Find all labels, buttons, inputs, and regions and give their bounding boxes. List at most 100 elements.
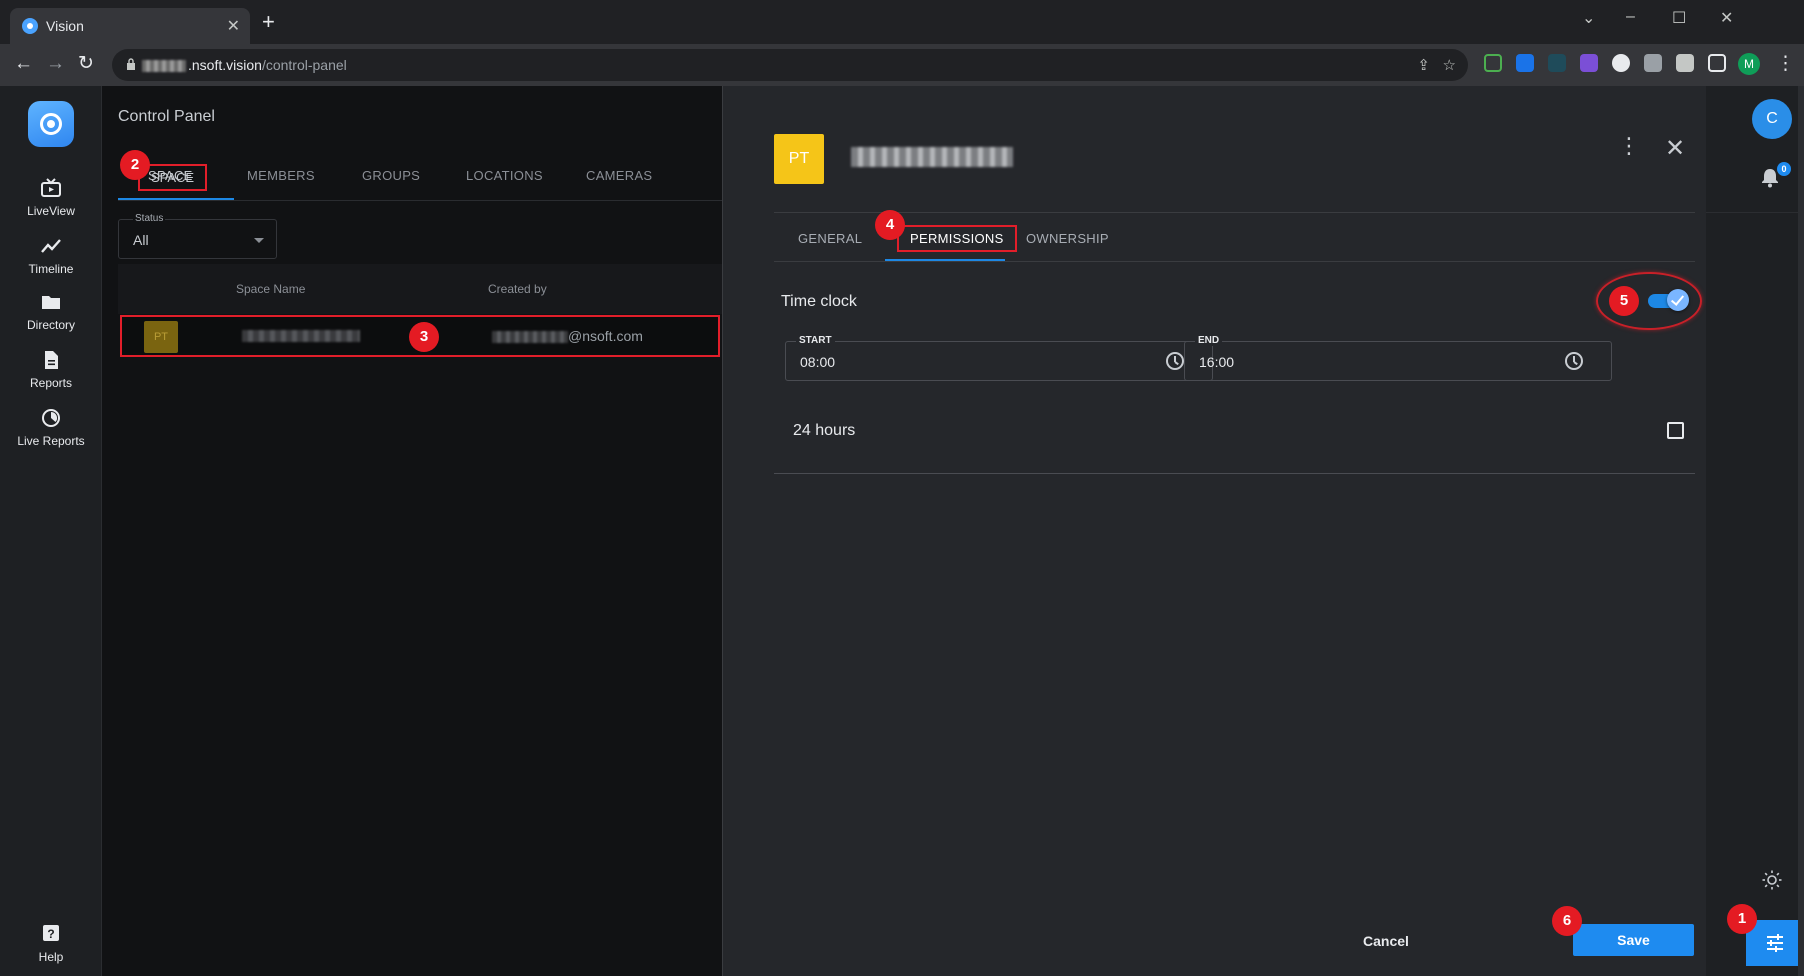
column-space-name[interactable]: Space Name [236, 282, 305, 296]
step-marker-5: 5 [1609, 286, 1639, 316]
email-domain: @nsoft.com [568, 328, 643, 344]
step-marker-6: 6 [1552, 906, 1582, 936]
nav-item-liveview[interactable]: LiveView [0, 178, 102, 218]
extension-database-icon[interactable] [1644, 54, 1662, 72]
nav-item-timeline[interactable]: Timeline [0, 236, 102, 276]
blurred-space-title [851, 147, 1013, 167]
rail-divider [1706, 212, 1804, 213]
browser-tab-title: Vision [46, 18, 84, 34]
extension-screen-icon[interactable] [1484, 54, 1502, 72]
profile-avatar[interactable]: M [1738, 53, 1760, 75]
nav-item-label: Live Reports [17, 434, 85, 448]
nav-item-help[interactable]: ? Help [0, 924, 102, 964]
extension-n-icon[interactable] [1548, 54, 1566, 72]
column-created-by[interactable]: Created by [488, 282, 547, 296]
new-tab-button[interactable]: + [262, 11, 275, 33]
blurred-subdomain [142, 60, 186, 73]
back-arrow-icon[interactable]: ← [14, 54, 33, 74]
tab-cameras[interactable]: CAMERAS [586, 168, 652, 183]
nav-item-label: Timeline [28, 262, 74, 276]
tab-general[interactable]: GENERAL [798, 231, 862, 246]
theme-sun-icon[interactable] [1762, 870, 1782, 890]
tab-ownership[interactable]: OWNERSHIP [1026, 231, 1109, 246]
vision-logo-icon[interactable] [28, 101, 74, 147]
toggle-check-icon[interactable] [1667, 289, 1689, 311]
end-time-field[interactable]: END 16:00 [1184, 335, 1612, 381]
created-by-email: @nsoft.com [492, 328, 643, 344]
trend-icon [41, 239, 61, 253]
tv-icon [41, 178, 61, 197]
url-path: /control-panel [261, 57, 347, 73]
reload-icon[interactable]: ↻ [78, 54, 94, 74]
window-close-icon[interactable]: ✕ [1720, 8, 1733, 28]
logo-dot [47, 120, 55, 128]
step-marker-1: 1 [1727, 904, 1757, 934]
notification-badge: 0 [1777, 162, 1791, 176]
step-marker-4: 4 [875, 210, 905, 240]
tab-divider [118, 200, 722, 201]
end-label: END [1195, 335, 1223, 346]
nav-item-directory[interactable]: Directory [0, 292, 102, 332]
url-text: .nsoft.vision/control-panel [142, 57, 347, 73]
24-hours-label: 24 hours [793, 422, 856, 439]
right-rail: C 0 [1706, 86, 1804, 976]
bookmark-star-icon[interactable]: ☆ [1443, 56, 1456, 74]
step-marker-2: 2 [120, 150, 150, 180]
space-tab-label: SPACE [151, 170, 195, 185]
status-label: Status [133, 213, 166, 224]
nav-item-label: LiveView [27, 204, 75, 218]
user-avatar[interactable]: C [1752, 99, 1792, 139]
control-panel: Control Panel SPACE MEMBERS GROUPS LOCAT… [102, 86, 722, 976]
side-panel-icon[interactable] [1708, 54, 1726, 72]
tab-locations[interactable]: LOCATIONS [466, 168, 543, 183]
extension-shield-icon[interactable] [1516, 54, 1534, 72]
clock-icon[interactable] [1565, 352, 1583, 370]
sliders-icon [1767, 934, 1783, 952]
vision-favicon-icon [22, 18, 38, 34]
browser-tab-strip: Vision ✕ + ⌄ – ☐ ✕ [0, 0, 1804, 44]
tab-close-icon[interactable]: ✕ [227, 16, 240, 36]
url-host: .nsoft.vision [188, 57, 262, 73]
tab-search-icon[interactable]: ⌄ [1582, 8, 1595, 28]
minimize-icon[interactable]: – [1626, 8, 1635, 26]
browser-toolbar: ← → ↻ .nsoft.vision/control-panel ⇪ ☆ M … [0, 44, 1804, 86]
blurred-space-name [242, 330, 360, 342]
lock-icon [127, 58, 135, 70]
forward-arrow-icon[interactable]: → [46, 54, 65, 74]
tab-groups[interactable]: GROUPS [362, 168, 420, 183]
close-panel-icon[interactable]: ✕ [1665, 134, 1685, 163]
left-navigation: LiveView Timeline Directory Reports Live… [0, 86, 102, 976]
space-detail-panel: PT ⋮ ✕ GENERAL PERMISSIONS OWNERSHIP Tim… [722, 86, 1707, 976]
help-label: Help [38, 950, 64, 964]
section-divider [774, 473, 1695, 474]
browser-tab[interactable]: Vision ✕ [10, 8, 250, 44]
browser-menu-icon[interactable]: ⋮ [1776, 54, 1795, 74]
nav-item-live-reports[interactable]: Live Reports [0, 408, 102, 448]
more-options-icon[interactable]: ⋮ [1618, 135, 1640, 157]
status-value: All [133, 232, 149, 248]
page-scrollbar[interactable] [1798, 86, 1804, 976]
extensions-puzzle-icon[interactable] [1676, 54, 1694, 72]
maximize-icon[interactable]: ☐ [1672, 8, 1686, 28]
extension-fox-icon[interactable] [1612, 54, 1630, 72]
caret-down-icon [254, 238, 264, 243]
help-icon: ? [43, 925, 59, 941]
save-button[interactable]: Save [1573, 924, 1694, 956]
folder-icon [42, 296, 60, 309]
address-bar[interactable]: .nsoft.vision/control-panel ⇪ ☆ [112, 49, 1468, 81]
cancel-button[interactable]: Cancel [1363, 933, 1409, 949]
tab-permissions[interactable]: PERMISSIONS [897, 225, 1017, 252]
extension-mountain-icon[interactable] [1580, 54, 1598, 72]
space-avatar-large: PT [774, 134, 824, 184]
share-icon[interactable]: ⇪ [1417, 56, 1430, 74]
table-header: Space Name Created by [118, 264, 722, 314]
time-clock-label: Time clock [781, 293, 857, 310]
clock-icon[interactable] [1166, 352, 1184, 370]
start-value: 08:00 [800, 354, 836, 370]
24-hours-checkbox[interactable] [1667, 422, 1684, 439]
status-select[interactable]: Status All [118, 213, 277, 259]
start-time-field[interactable]: START 08:00 [785, 335, 1213, 381]
tab-members[interactable]: MEMBERS [247, 168, 315, 183]
page-title: Control Panel [118, 108, 215, 125]
nav-item-reports[interactable]: Reports [0, 350, 102, 390]
